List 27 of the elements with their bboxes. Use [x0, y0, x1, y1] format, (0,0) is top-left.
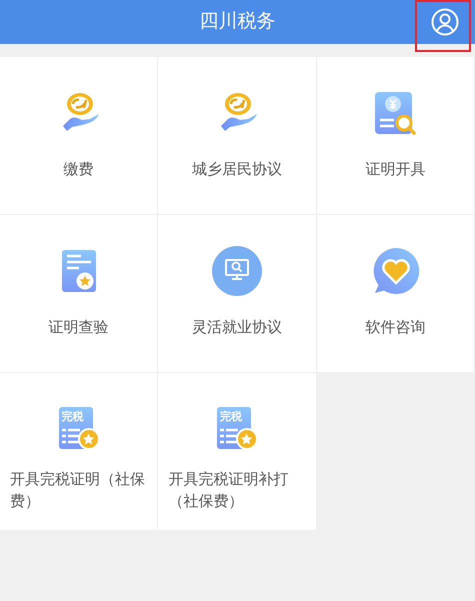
service-tile[interactable]: 完税 开具完税证明补打（社保费）	[158, 373, 317, 531]
tile-label: 证明开具	[365, 160, 426, 180]
service-tile[interactable]: 证明查验	[0, 215, 158, 373]
certificate-search-icon	[372, 90, 418, 136]
service-tile[interactable]: 证明开具	[316, 57, 475, 215]
page-title: 四川税务	[200, 10, 276, 34]
tile-label: 缴费	[64, 160, 94, 180]
service-tile[interactable]: 城乡居民协议	[158, 57, 317, 215]
tile-label: 软件咨询	[365, 318, 426, 338]
icon-text: 完税	[220, 412, 242, 423]
service-tile[interactable]: 软件咨询	[316, 215, 475, 373]
service-tile[interactable]: 缴费	[0, 57, 158, 215]
service-tile[interactable]: 完税 开具完税证明（社保费）	[0, 373, 158, 531]
tile-label: 开具完税证明补打（社保费）	[167, 470, 290, 512]
tile-label: 城乡居民协议	[192, 160, 282, 180]
list-lines-icon	[220, 428, 240, 446]
star-icon	[82, 432, 96, 446]
user-icon	[431, 8, 459, 36]
list-lines-icon	[62, 428, 82, 446]
monitor-search-icon	[210, 245, 263, 297]
tile-label: 证明查验	[48, 318, 109, 338]
tile-label: 灵活就业协议	[192, 318, 282, 338]
user-button[interactable]	[431, 8, 459, 36]
star-icon	[240, 432, 254, 446]
icon-text: 完税	[62, 412, 84, 423]
tile-label: 开具完税证明（社保费）	[9, 470, 146, 512]
service-tile[interactable]: 灵活就业协议	[158, 215, 317, 373]
